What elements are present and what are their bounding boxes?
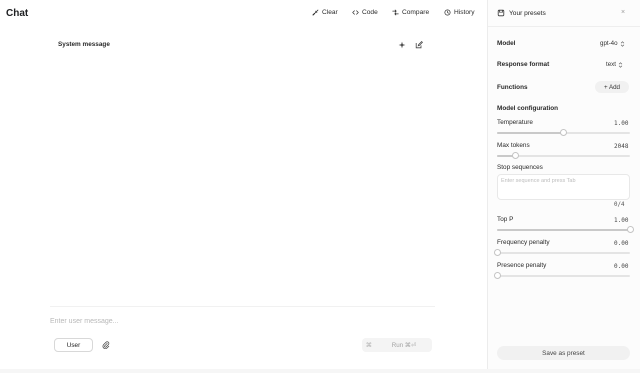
response-format-select[interactable]: text <box>606 61 623 68</box>
top-p-value[interactable]: 1.00 <box>614 217 628 224</box>
temperature-slider-thumb[interactable] <box>560 129 567 136</box>
presets-selector[interactable]: Your presets <box>497 9 546 17</box>
response-format-value: text <box>606 61 616 68</box>
clear-button[interactable]: Clear <box>312 9 338 16</box>
model-config-heading: Model configuration <box>497 105 559 112</box>
role-toggle-button[interactable]: User <box>54 338 93 352</box>
stop-sequences-count: 0/4 <box>614 202 625 208</box>
system-message-label: System message <box>58 41 110 48</box>
bottom-strip <box>0 369 640 373</box>
presence-penalty-slider[interactable] <box>493 272 630 279</box>
clear-icon <box>312 9 319 16</box>
save-preset-button[interactable]: Save as preset <box>497 346 630 360</box>
functions-label: Functions <box>497 84 528 91</box>
temperature-label: Temperature <box>497 119 533 126</box>
edit-icon <box>415 41 423 49</box>
presets-icon <box>497 9 505 17</box>
compare-icon <box>392 9 399 16</box>
clear-label: Clear <box>322 9 338 16</box>
temperature-slider[interactable] <box>497 129 630 136</box>
max-tokens-label: Max tokens <box>497 142 530 149</box>
frequency-penalty-label: Frequency penalty <box>497 239 550 246</box>
code-label: Code <box>362 9 378 16</box>
compare-button[interactable]: Compare <box>392 9 429 16</box>
frequency-penalty-slider-thumb[interactable] <box>493 249 501 256</box>
page-title: Chat <box>6 8 29 19</box>
presence-penalty-slider-thumb[interactable] <box>493 272 501 279</box>
generate-button[interactable] <box>397 40 407 50</box>
temperature-value[interactable]: 1.00 <box>614 120 628 127</box>
response-format-label: Response format <box>497 61 550 68</box>
run-button[interactable]: Run ⌘⏎ <box>376 342 432 349</box>
attach-button[interactable] <box>99 338 113 352</box>
edit-system-button[interactable] <box>414 40 424 50</box>
compare-label: Compare <box>402 9 430 16</box>
paperclip-icon <box>102 341 110 349</box>
composer-divider <box>50 306 435 307</box>
model-value: gpt-4o <box>600 40 618 47</box>
chevron-updown-icon <box>618 61 623 68</box>
max-tokens-value[interactable]: 2048 <box>614 143 628 150</box>
close-icon[interactable]: × <box>621 9 625 16</box>
code-icon <box>352 9 359 16</box>
history-button[interactable]: History <box>444 9 475 16</box>
model-label: Model <box>497 40 516 47</box>
code-button[interactable]: Code <box>352 9 378 16</box>
panel-divider <box>488 26 640 27</box>
presence-penalty-label: Presence penalty <box>497 262 547 269</box>
model-select[interactable]: gpt-4o <box>600 40 625 47</box>
temperature-slider-fill <box>497 132 564 134</box>
presence-penalty-value[interactable]: 0.00 <box>614 263 628 270</box>
add-function-button[interactable]: + Add <box>595 81 629 93</box>
top-p-slider-fill <box>497 229 630 231</box>
top-p-label: Top P <box>497 216 514 223</box>
history-icon <box>444 9 451 16</box>
user-message-input[interactable] <box>50 312 430 330</box>
run-shortcut-indicator: ⌘ <box>365 341 373 349</box>
top-p-slider[interactable] <box>497 226 634 233</box>
stop-sequences-input[interactable]: Enter sequence and press Tab <box>497 174 630 200</box>
frequency-penalty-slider[interactable] <box>493 249 630 256</box>
chevron-updown-icon <box>620 40 625 47</box>
max-tokens-slider[interactable] <box>497 152 630 159</box>
history-label: History <box>454 9 475 16</box>
presets-label: Your presets <box>509 9 546 17</box>
stop-sequences-label: Stop sequences <box>497 164 543 171</box>
sparkle-icon <box>398 41 406 49</box>
role-label: User <box>66 341 81 349</box>
run-button-group[interactable]: ⌘ Run ⌘⏎ <box>362 338 432 352</box>
frequency-penalty-value[interactable]: 0.00 <box>614 240 628 247</box>
top-p-slider-thumb[interactable] <box>626 226 634 233</box>
